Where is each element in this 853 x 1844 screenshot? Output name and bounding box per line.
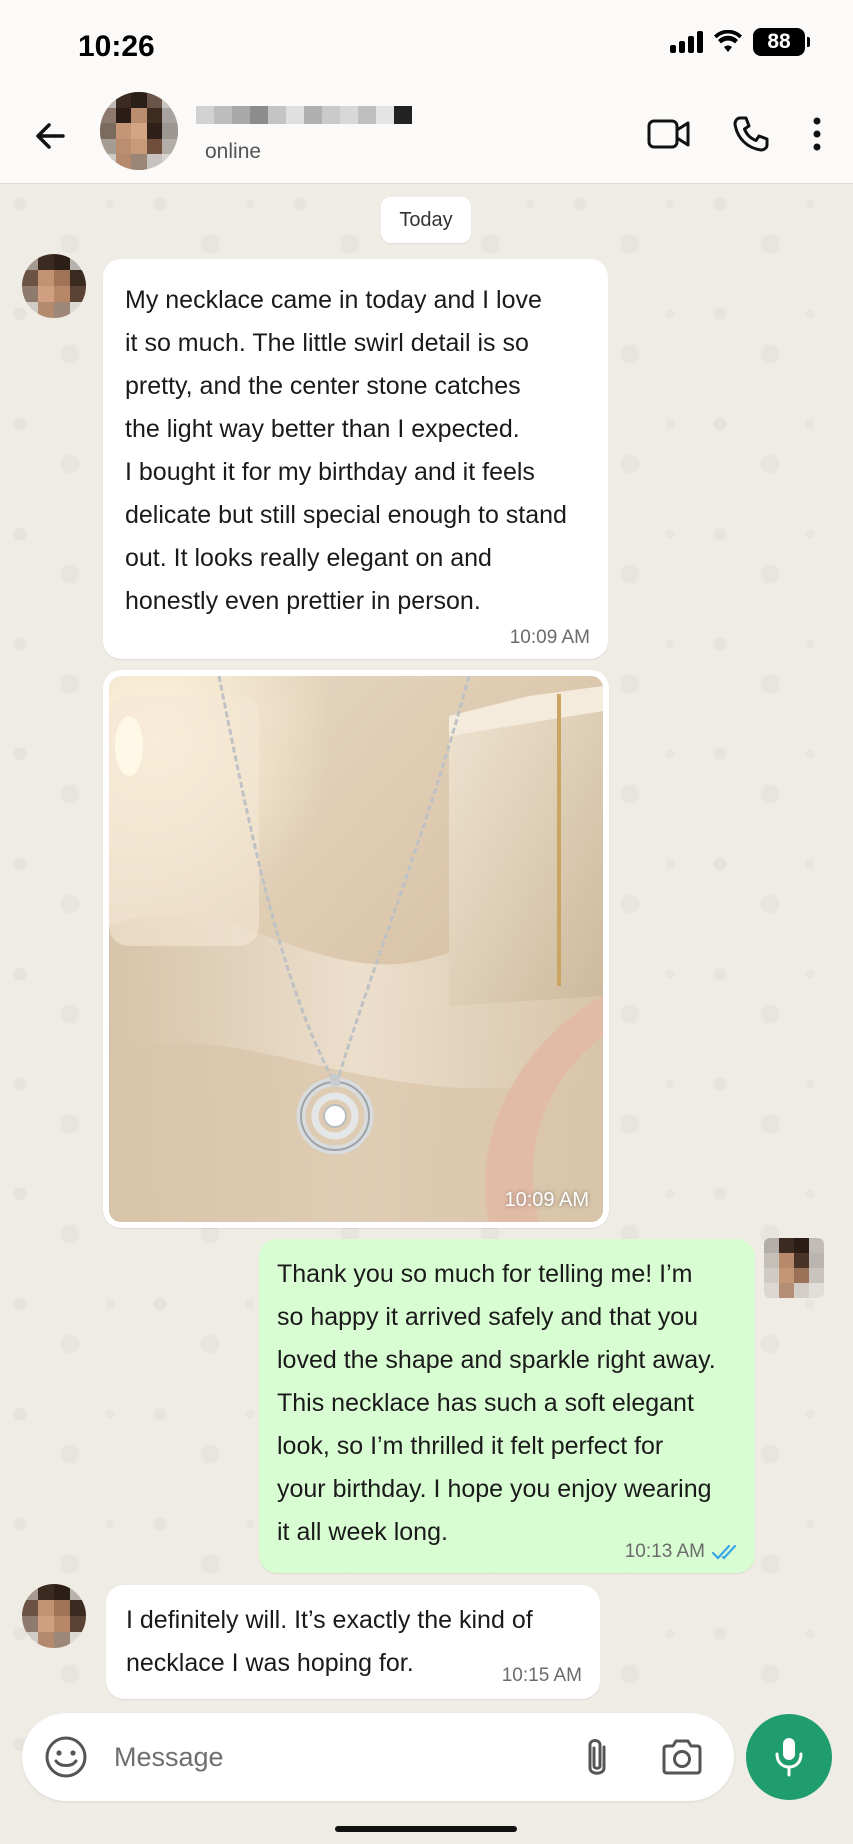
video-call-icon[interactable] [647, 118, 691, 150]
camera-icon[interactable] [660, 1737, 704, 1777]
message-input[interactable] [114, 1731, 474, 1783]
date-chip: Today [381, 197, 471, 243]
sender-avatar[interactable] [22, 1584, 86, 1648]
emoji-icon[interactable] [44, 1735, 88, 1779]
own-avatar [764, 1238, 824, 1298]
message-time: 10:15 AM [501, 1665, 582, 1686]
signal-icon [670, 31, 703, 53]
battery-indicator: 88 [753, 28, 810, 56]
chat-header: online [0, 88, 853, 184]
incoming-message[interactable]: My necklace came in today and I love it … [103, 259, 608, 659]
necklace-photo[interactable]: 10:09 AM [109, 676, 603, 1222]
back-arrow-icon[interactable] [30, 116, 70, 156]
message-text: My necklace came in today and I love it … [125, 286, 567, 615]
message-text: I definitely will. It’s exactly the kind… [126, 1606, 533, 1677]
home-indicator [335, 1826, 517, 1832]
incoming-photo-message[interactable]: 10:09 AM [103, 670, 609, 1228]
read-receipt-icon [711, 1544, 737, 1560]
contact-name-redacted[interactable] [196, 106, 412, 124]
message-time: 10:13 AM [624, 1541, 705, 1562]
more-vertical-icon[interactable] [811, 116, 823, 152]
contact-avatar[interactable] [100, 92, 178, 170]
contact-status: online [205, 140, 262, 163]
status-time: 10:26 [78, 30, 155, 63]
necklace-image [109, 676, 603, 1222]
status-bar: 10:26 88 [0, 0, 853, 88]
status-icons: 88 [670, 28, 810, 56]
outgoing-message[interactable]: Thank you so much for telling me! I’m so… [259, 1239, 755, 1573]
message-composer [22, 1713, 734, 1801]
sender-avatar[interactable] [22, 254, 86, 318]
incoming-message[interactable]: I definitely will. It’s exactly the kind… [106, 1585, 600, 1699]
header-actions [647, 114, 823, 154]
message-time: 10:09 AM [509, 627, 590, 648]
photo-time: 10:09 AM [504, 1189, 589, 1211]
mic-icon [775, 1738, 803, 1777]
attach-icon[interactable] [582, 1735, 612, 1781]
message-text: Thank you so much for telling me! I’m so… [277, 1260, 716, 1546]
wifi-icon [714, 30, 742, 52]
mic-button[interactable] [746, 1714, 832, 1800]
phone-icon[interactable] [731, 114, 771, 154]
